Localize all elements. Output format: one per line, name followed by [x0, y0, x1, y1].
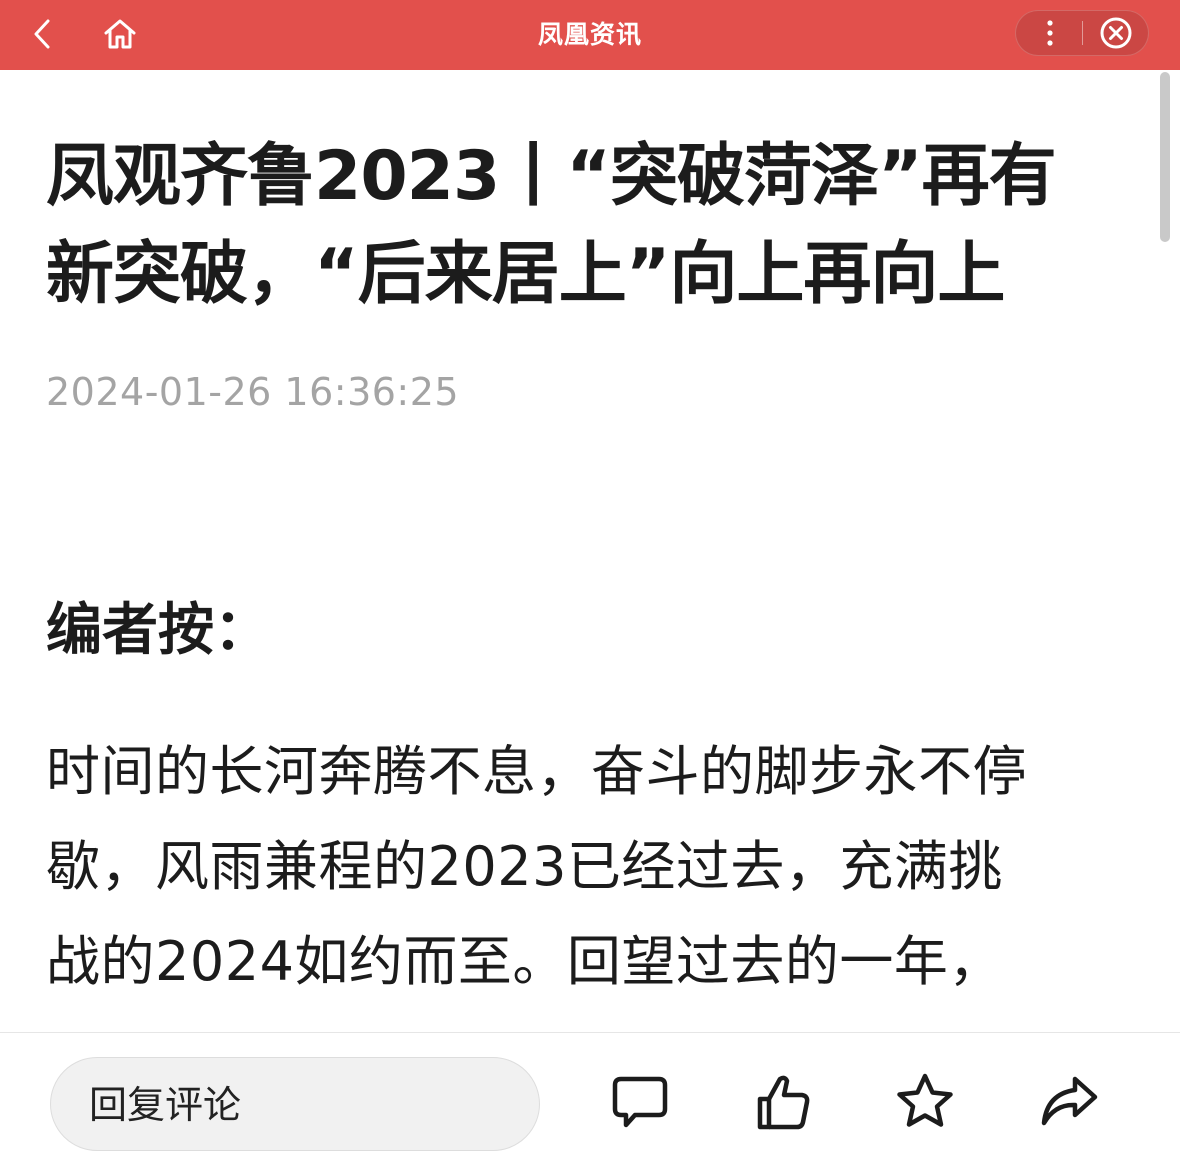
- like-button[interactable]: [746, 1065, 820, 1139]
- close-button[interactable]: [1094, 13, 1138, 53]
- publish-time: 2024-01-26 16:36:25: [46, 370, 460, 414]
- home-button[interactable]: [98, 12, 142, 56]
- back-icon: [34, 19, 50, 49]
- reply-comment-input[interactable]: 回复评论: [50, 1057, 540, 1151]
- capsule-divider: [1082, 21, 1083, 45]
- home-icon: [104, 19, 136, 49]
- star-icon: [897, 1073, 953, 1127]
- share-icon: [1041, 1076, 1098, 1126]
- article-paragraph: 时间的长河奔腾不息，奋斗的脚步永不停 歇，风雨兼程的2023已经过去，充满挑 战…: [46, 740, 1027, 993]
- favorite-button[interactable]: [888, 1065, 962, 1139]
- page-title: 凤凰资讯: [537, 20, 642, 49]
- article-title: 凤观齐鲁2023丨“突破菏泽”再有 新突破，“后来居上”向上再向上: [46, 137, 1057, 314]
- comment-icon: [612, 1076, 668, 1128]
- back-button[interactable]: [22, 12, 62, 56]
- more-icon: [1047, 20, 1053, 46]
- share-button[interactable]: [1032, 1065, 1106, 1139]
- app-window: 凤凰资讯 凤观齐鲁2023丨“突破菏泽”再有 新突破，“后来居上”向上再向上 2…: [0, 0, 1180, 1160]
- bottom-action-bar: 回复评论: [0, 1032, 1180, 1160]
- comment-button[interactable]: [603, 1065, 677, 1139]
- close-icon: [1100, 17, 1132, 49]
- more-button[interactable]: [1028, 13, 1072, 53]
- like-icon: [757, 1075, 810, 1130]
- reply-placeholder: 回复评论: [89, 1083, 242, 1127]
- scrollbar[interactable]: [1160, 72, 1170, 242]
- top-nav-bar: 凤凰资讯: [0, 0, 1180, 70]
- mini-program-capsule: [1015, 10, 1149, 56]
- article-content[interactable]: 凤观齐鲁2023丨“突破菏泽”再有 新突破，“后来居上”向上再向上 2024-0…: [0, 70, 1180, 1032]
- editor-note-heading: 编者按：: [46, 598, 270, 663]
